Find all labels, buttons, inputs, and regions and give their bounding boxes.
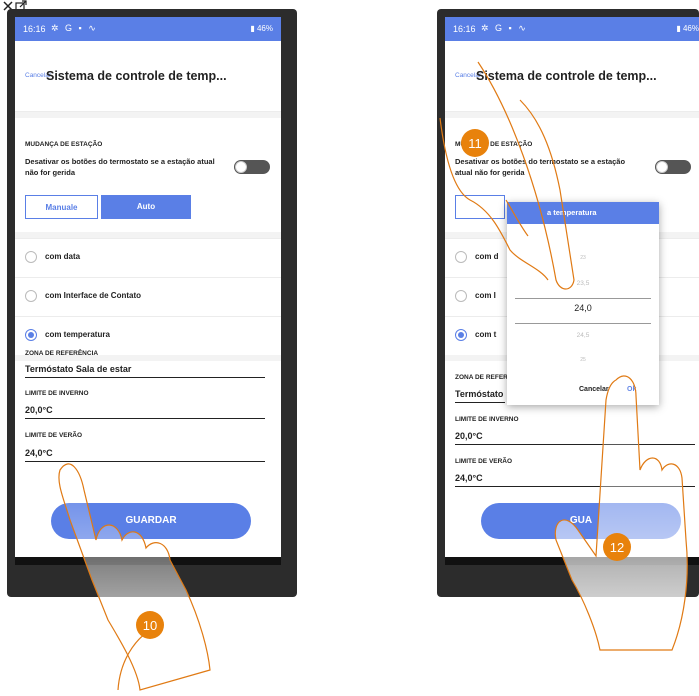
picker-option[interactable]: 23 — [507, 255, 659, 261]
mode-auto-button[interactable]: Auto — [101, 195, 191, 219]
reference-zone-label: ZONA DE REFERÊNCIA — [25, 350, 99, 357]
picker-option[interactable]: 25 — [507, 357, 659, 363]
toggle-knob — [235, 161, 247, 173]
app-screen-left: 16:16 ✲ G ▪ ∿ ▮ 46% Cancelar Sistema de … — [15, 17, 281, 565]
season-change-label: MUDANÇA DE ESTAÇÃO — [25, 141, 103, 148]
radio-button[interactable] — [455, 251, 467, 263]
page-title: Sistema de controle de temp... — [46, 69, 227, 83]
status-right: ▮ 46% — [250, 24, 273, 33]
status-bar: 16:16 ✲ G ▪ ∿ ▮ 46% — [15, 17, 281, 41]
divider — [15, 112, 281, 118]
option-label: com Interface de Contato — [45, 291, 142, 300]
winter-limit-field[interactable]: 20,0°C — [25, 405, 265, 419]
reference-zone-field[interactable]: Termóstato — [455, 389, 505, 403]
season-change-description: Desativar os botões do termostato se a e… — [455, 157, 626, 177]
mode-manual-button[interactable] — [455, 195, 505, 219]
winter-limit-label: LIMITE DE INVERNO — [25, 390, 89, 397]
step-number: 10 — [143, 618, 157, 633]
status-bar: 16:16 ✲ G ▪ ∿ ▮ 46% — [445, 17, 699, 41]
step-badge-10: 10 — [136, 611, 164, 639]
picker-option[interactable]: 24,5 — [507, 332, 659, 339]
picker-option[interactable]: 23,5 — [507, 280, 659, 287]
season-toggle[interactable] — [234, 160, 270, 174]
status-icons: ✲ G ▪ ∿ — [481, 23, 528, 33]
summer-limit-label: LIMITE DE VERÃO — [25, 432, 83, 439]
winter-limit-label: LIMITE DE INVERNO — [455, 416, 519, 423]
dialog-ok-button[interactable]: Ok — [627, 386, 636, 393]
radio-button[interactable] — [25, 290, 37, 302]
option-label: com data — [45, 252, 81, 261]
status-time: 16:16 — [453, 24, 476, 34]
status-time: 16:16 — [23, 24, 46, 34]
battery-icon: ▮ — [250, 24, 255, 33]
divider — [445, 112, 699, 118]
winter-limit-field[interactable]: 20,0°C — [455, 431, 695, 445]
battery-level: 46% — [682, 24, 699, 33]
season-change-label: MUDANÇA DE ESTAÇÃO — [455, 141, 533, 148]
option-label: com I — [475, 291, 496, 300]
battery-level: 46% — [256, 24, 273, 33]
status-icons: ✲ G ▪ ∿ — [51, 23, 98, 33]
save-button[interactable]: GUA — [481, 503, 681, 539]
toggle-knob — [656, 161, 668, 173]
season-toggle[interactable] — [655, 160, 691, 174]
option-with-date[interactable]: com data — [15, 238, 281, 277]
option-with-contact-interface[interactable]: com Interface de Contato — [15, 277, 281, 316]
picker-selected-value[interactable]: 24,0 — [507, 303, 659, 313]
dialog-cancel-button[interactable]: Cancelar — [579, 386, 609, 393]
save-button-label: GUA — [569, 515, 593, 526]
radio-button[interactable] — [455, 290, 467, 302]
radio-button-selected[interactable] — [455, 329, 467, 341]
radio-button-selected[interactable] — [25, 329, 37, 341]
page-title: Sistema de controle de temp... — [476, 69, 657, 83]
status-right: ▮ 46% — [676, 24, 699, 33]
option-label: com d — [475, 252, 499, 261]
dialog-title: a temperatura — [507, 202, 659, 224]
phone-right: 16:16 ✲ G ▪ ∿ ▮ 46% Cancelar Sistema de … — [437, 9, 699, 597]
android-nav-bar — [15, 557, 281, 565]
temperature-picker-dialog: a temperatura 23 23,5 24,0 24,5 25 Cance… — [507, 202, 659, 405]
summer-limit-field[interactable]: 24,0°C — [455, 473, 695, 487]
option-label: com temperatura — [45, 330, 110, 339]
mode-manual-button[interactable]: Manuale — [25, 195, 98, 219]
radio-button[interactable] — [25, 251, 37, 263]
season-change-description: Desativar os botões do termostato se a e… — [25, 157, 215, 177]
app-header: Cancelar Sistema de controle de temp... — [15, 41, 281, 112]
summer-limit-label: LIMITE DE VERÃO — [455, 458, 513, 465]
summer-limit-field[interactable]: 24,0°C — [25, 448, 265, 462]
option-label: com t — [475, 330, 497, 339]
app-screen-right: 16:16 ✲ G ▪ ∿ ▮ 46% Cancelar Sistema de … — [445, 17, 699, 565]
android-nav-bar — [445, 557, 699, 565]
save-button[interactable]: GUARDAR — [51, 503, 251, 539]
app-header: Cancelar Sistema de controle de temp... — [445, 41, 699, 112]
phone-left: 16:16 ✲ G ▪ ∿ ▮ 46% Cancelar Sistema de … — [7, 9, 297, 597]
reference-zone-field[interactable]: Termóstato Sala de estar — [25, 364, 265, 378]
battery-icon: ▮ — [676, 24, 681, 33]
